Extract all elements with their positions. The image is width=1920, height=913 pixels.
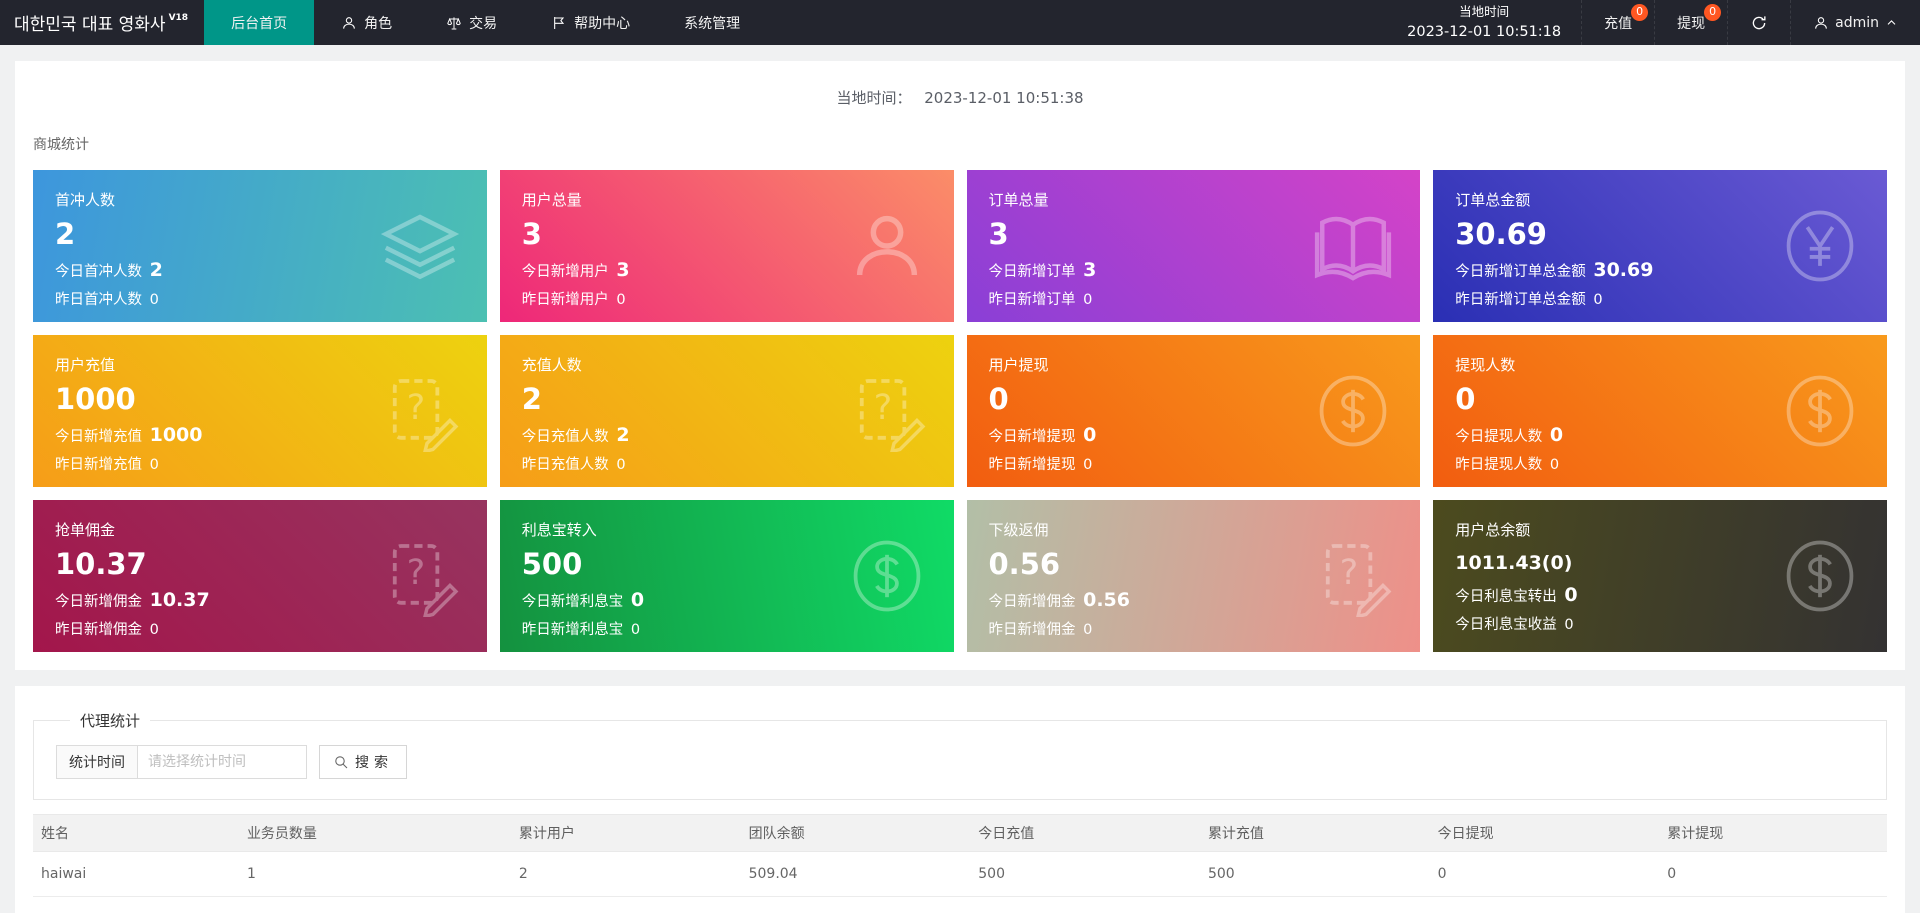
topbar-right: 当地时间 2023-12-01 10:51:18 充值 0 提现 0 admin [1387,0,1920,45]
table-cell: haiwai [33,851,237,897]
user-icon [341,15,357,31]
main-nav: 后台首页 角色 交易 帮助中心 系统管理 [204,0,767,45]
search-icon [333,754,349,770]
table-body: haiwai 1 2 509.04 500 500 0 0 [33,851,1887,897]
layers-icon [379,203,461,289]
stat-card-withdraw-users: 提现人数 0 今日提现人数 0 昨日提现人数 0 [1433,335,1887,487]
book-icon [1312,203,1394,289]
user-menu[interactable]: admin [1790,0,1920,45]
yen-icon [1779,203,1861,289]
refresh-button[interactable] [1727,0,1790,45]
page-time-value: 2023-12-01 10:51:38 [924,89,1084,107]
page-local-time: 当地时间： 2023-12-01 10:51:38 [33,61,1887,108]
card-yesterday-line: 昨日首冲人数 0 [55,291,159,308]
nav-item-trade[interactable]: 交易 [419,0,524,45]
card-yesterday-line: 昨日新增订单 0 [988,291,1093,308]
app-logo-version: V18 [168,12,189,23]
dollar-icon [846,533,928,619]
flag-icon [551,15,567,31]
chevron-up-icon [1885,16,1898,29]
stats-cards: 首冲人数 2 今日首冲人数 2 昨日首冲人数 0 用户总量 3 今日新增用户 3 昨日新增用户… [33,170,1887,652]
local-time-label: 当地时间 [1459,3,1510,19]
app-logo: 대한민국 대표 영화사 V18 [0,0,204,45]
scales-icon [446,15,462,31]
table-header-cell: 团队余额 [738,814,969,852]
stat-time-label: 统计时间 [57,746,138,778]
edit-icon [846,368,928,454]
table-header-cell: 姓名 [33,814,237,852]
app-logo-text: 대한민국 대표 영화사 [14,15,166,35]
agent-stats-panel: 代理统计 统计时间 搜索 姓名业务员数量累计用户团队余额今日充值累计充值今日提现… [15,686,1905,913]
topbar: 대한민국 대표 영화사 V18 后台首页 角色 交易 帮助中心 系统管理 当地时… [0,0,1920,45]
recharge-button[interactable]: 充值 0 [1581,0,1654,45]
edit-icon [1312,533,1394,619]
table-header-cell: 累计提现 [1657,814,1887,852]
table-header-cell: 累计充值 [1197,814,1428,852]
search-button[interactable]: 搜索 [319,745,407,779]
table-header-row: 姓名 业务员数量 累计用户 团队余额 今日充值 累计充值 今日提现 累计提现 [33,814,1887,852]
stat-card-order-total-amount: 订单总金额 30.69 今日新增订单总金额 30.69 昨日新增订单总金额 0 [1433,170,1887,322]
dollar-icon [1779,368,1861,454]
nav-item-help-center[interactable]: 帮助中心 [524,0,657,45]
stat-card-user-total-balance: 用户总余额 1011.43(0) 今日利息宝转出 0 今日利息宝收益 0 [1433,500,1887,652]
agent-filter-row: 统计时间 搜索 [56,745,1864,779]
page-time-label: 当地时间： [836,89,912,107]
topbar-local-time: 当地时间 2023-12-01 10:51:18 [1387,0,1581,45]
nav-item-dashboard[interactable]: 后台首页 [204,0,315,45]
user-icon [1813,15,1829,31]
agent-table: 姓名 业务员数量 累计用户 团队余额 今日充值 累计充值 今日提现 累计提现 haiwai 1 2… [33,814,1887,897]
card-yesterday-line: 昨日充值人数 0 [521,456,626,473]
card-yesterday-line: 昨日新增订单总金额 0 [1455,291,1603,308]
card-yesterday-line: 昨日新增佣金 0 [55,621,159,638]
card-yesterday-line: 昨日新增充值 0 [55,456,159,473]
user-name: admin [1835,14,1879,31]
table-cell: 2 [508,851,739,897]
table-header-cell: 今日提现 [1427,814,1658,852]
table-cell: 500 [1197,851,1428,897]
stat-card-total-orders: 订单总量 3 今日新增订单 3 昨日新增订单 0 [966,170,1421,322]
table-cell: 500 [968,851,1198,897]
withdraw-badge: 0 [1704,4,1722,21]
table-cell: 0 [1427,851,1658,897]
nav-item-roles[interactable]: 角色 [314,0,419,45]
stat-card-user-recharge: 用户充值 1000 今日新增充值 1000 昨日新增充值 0 [33,335,487,487]
stat-time-filter: 统计时间 [56,745,307,779]
dollar-icon [1779,533,1861,619]
table-header-cell: 今日充值 [968,814,1198,852]
agent-stats-legend: 代理统计 [80,712,141,730]
dollar-icon [1312,368,1394,454]
card-yesterday-line: 昨日新增提现 0 [988,456,1093,473]
stat-card-sub-commission: 下级返佣 0.56 今日新增佣金 0.56 昨日新增佣金 0 [966,500,1421,652]
nav-item-system[interactable]: 系统管理 [657,0,767,45]
stat-card-first-recharge-users: 首冲人数 2 今日首冲人数 2 昨日首冲人数 0 [33,170,487,322]
withdraw-button[interactable]: 提现 0 [1654,0,1727,45]
card-yesterday-line: 昨日新增利息宝 0 [521,621,641,638]
edit-icon [379,533,461,619]
table-cell: 509.04 [738,851,969,897]
refresh-icon [1750,14,1768,32]
table-header-cell: 业务员数量 [236,814,509,852]
card-yesterday-line: 昨日新增用户 0 [521,291,626,308]
section-title: 商城统计 [33,137,89,153]
card-yesterday-line: 昨日新增佣金 0 [988,621,1093,638]
stat-card-order-commission: 抢单佣金 10.37 今日新增佣金 10.37 昨日新增佣金 0 [33,500,487,652]
stat-card-interest-transfer-in: 利息宝转入 500 今日新增利息宝 0 昨日新增利息宝 0 [499,500,954,652]
recharge-badge: 0 [1631,4,1649,21]
table-cell: 0 [1657,851,1887,897]
mall-stats-panel: 当地时间： 2023-12-01 10:51:38 商城统计 首冲人数 2 今日首冲… [15,61,1905,670]
table-cell: 1 [236,851,509,897]
agent-stats-fieldset: 代理统计 统计时间 搜索 [33,710,1887,800]
table-header-cell: 累计用户 [508,814,739,852]
card-yesterday-line: 昨日提现人数 0 [1455,456,1560,473]
stat-card-total-users: 用户总量 3 今日新增用户 3 昨日新增用户 0 [499,170,954,322]
table-row: haiwai 1 2 509.04 500 500 0 0 [33,851,1887,897]
edit-icon [379,368,461,454]
stat-card-recharge-users: 充值人数 2 今日充值人数 2 昨日充值人数 0 [499,335,954,487]
stat-card-user-withdraw: 用户提现 0 今日新增提现 0 昨日新增提现 0 [966,335,1421,487]
user-icon [846,203,928,289]
stat-time-input[interactable] [138,746,306,778]
local-time-value: 2023-12-01 10:51:18 [1407,23,1562,40]
